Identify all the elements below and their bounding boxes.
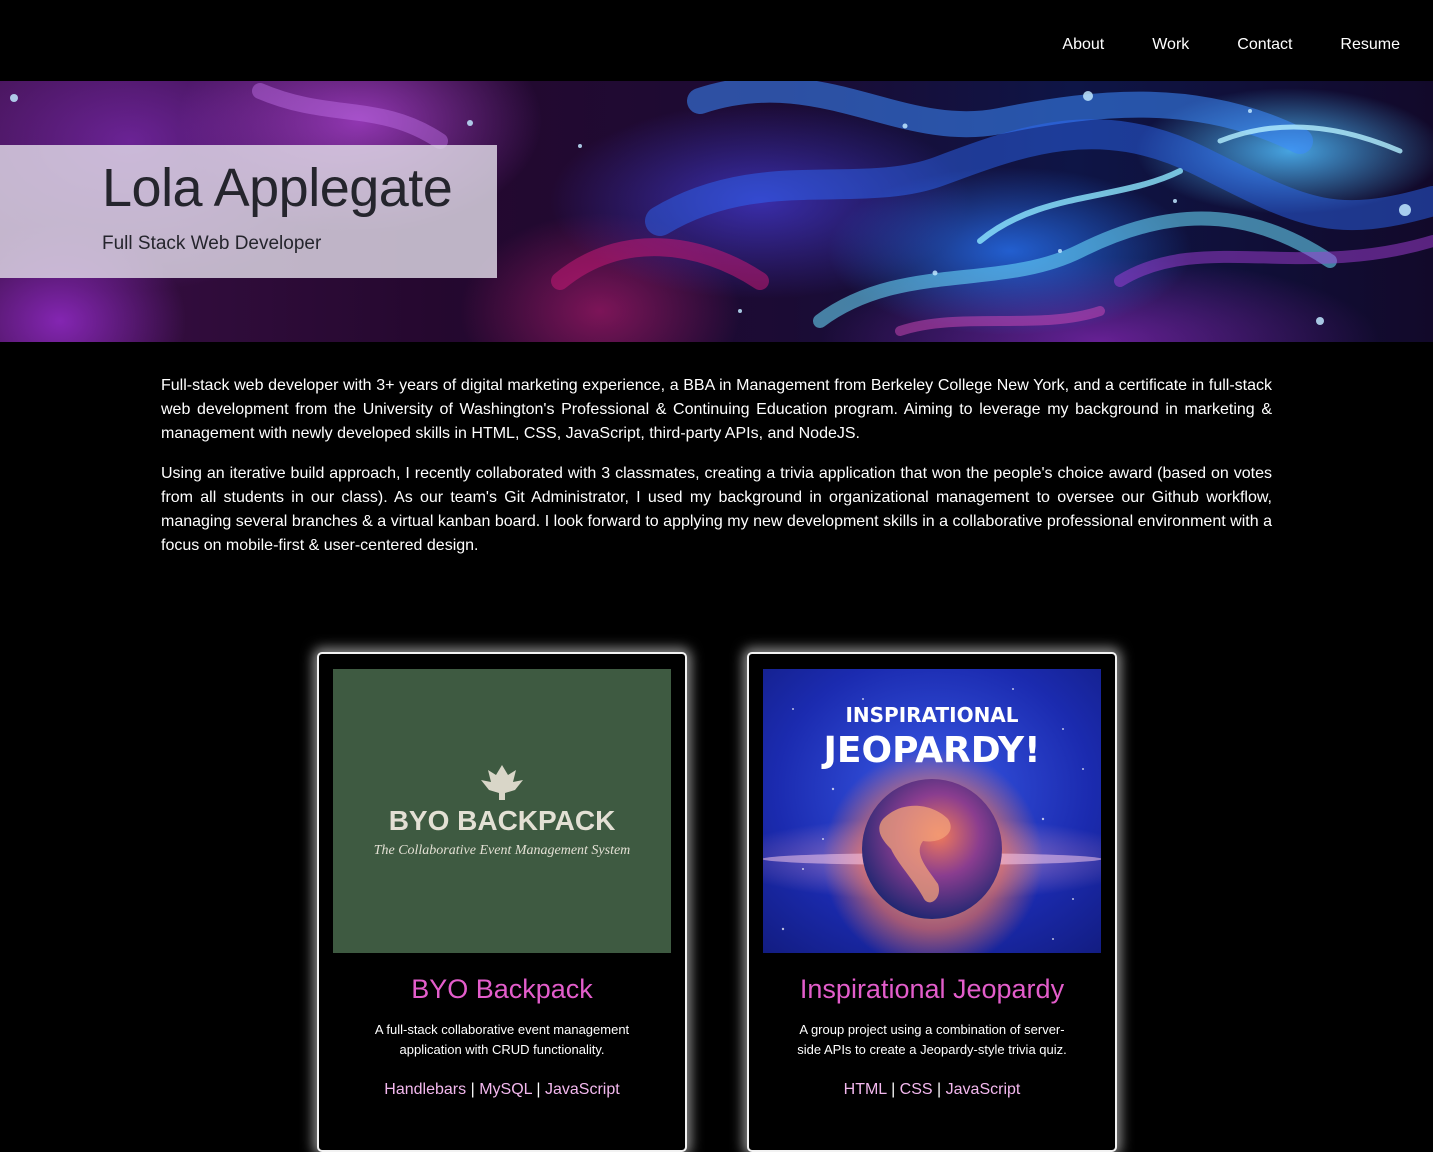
nav-link-contact[interactable]: Contact	[1237, 36, 1292, 54]
tech-label[interactable]: MySQL	[479, 1081, 532, 1098]
about-section: Full-stack web developer with 3+ years o…	[161, 374, 1272, 574]
jeopardy-art-title-top: INSPIRATIONAL	[845, 703, 1018, 727]
tech-label[interactable]: HTML	[844, 1081, 887, 1098]
hero-role: Full Stack Web Developer	[102, 233, 322, 254]
tech-separator: |	[536, 1081, 541, 1098]
leaf-icon	[481, 765, 523, 800]
tech-separator: |	[470, 1081, 475, 1098]
jeopardy-art-title-bottom: JEOPARDY!	[820, 730, 1040, 771]
nav-link-about[interactable]: About	[1062, 36, 1104, 54]
project-card-byo-backpack[interactable]: BYO BACKPACK The Collaborative Event Man…	[317, 652, 687, 1152]
about-paragraph: Full-stack web developer with 3+ years o…	[161, 377, 1272, 442]
hero-name: Lola Applegate	[102, 158, 453, 218]
tech-label[interactable]: Handlebars	[384, 1081, 466, 1098]
hero-banner: Lola Applegate Full Stack Web Developer	[0, 81, 1433, 342]
tech-label[interactable]: CSS	[900, 1081, 933, 1098]
project-thumbnail-inspirational-jeopardy[interactable]: INSPIRATIONAL JEOPARDY!	[763, 669, 1101, 953]
byo-backpack-logo: BYO BACKPACK The Collaborative Event Man…	[374, 765, 631, 858]
nav-link-work[interactable]: Work	[1152, 36, 1189, 54]
tech-label[interactable]: JavaScript	[545, 1081, 620, 1098]
project-title[interactable]: Inspirational Jeopardy	[749, 974, 1115, 1005]
project-card-inspirational-jeopardy[interactable]: INSPIRATIONAL JEOPARDY! Inspirational Je…	[747, 652, 1117, 1152]
byo-logo-title: BYO BACKPACK	[389, 805, 616, 836]
tech-label[interactable]: JavaScript	[946, 1081, 1021, 1098]
top-nav-bar: About Work Contact Resume	[0, 0, 1433, 81]
project-tech-stack: HTML | CSS | JavaScript	[749, 1081, 1115, 1099]
project-tech-stack: Handlebars | MySQL | JavaScript	[319, 1081, 685, 1099]
tech-separator: |	[891, 1081, 896, 1098]
project-title[interactable]: BYO Backpack	[319, 974, 685, 1005]
byo-logo-subtitle: The Collaborative Event Management Syste…	[374, 843, 631, 858]
jeopardy-art: INSPIRATIONAL JEOPARDY!	[763, 688, 1101, 940]
project-description: A full-stack collaborative event managem…	[374, 1022, 630, 1057]
project-thumbnail-byo-backpack[interactable]: BYO BACKPACK The Collaborative Event Man…	[333, 669, 671, 953]
nav-link-resume[interactable]: Resume	[1340, 36, 1400, 54]
main-nav: About Work Contact Resume	[1014, 36, 1400, 54]
project-description: A group project using a combination of s…	[797, 1022, 1067, 1057]
about-paragraph: Using an iterative build approach, I rec…	[161, 465, 1272, 554]
tech-separator: |	[937, 1081, 942, 1098]
hero-intro-card: Lola Applegate Full Stack Web Developer	[0, 145, 497, 278]
